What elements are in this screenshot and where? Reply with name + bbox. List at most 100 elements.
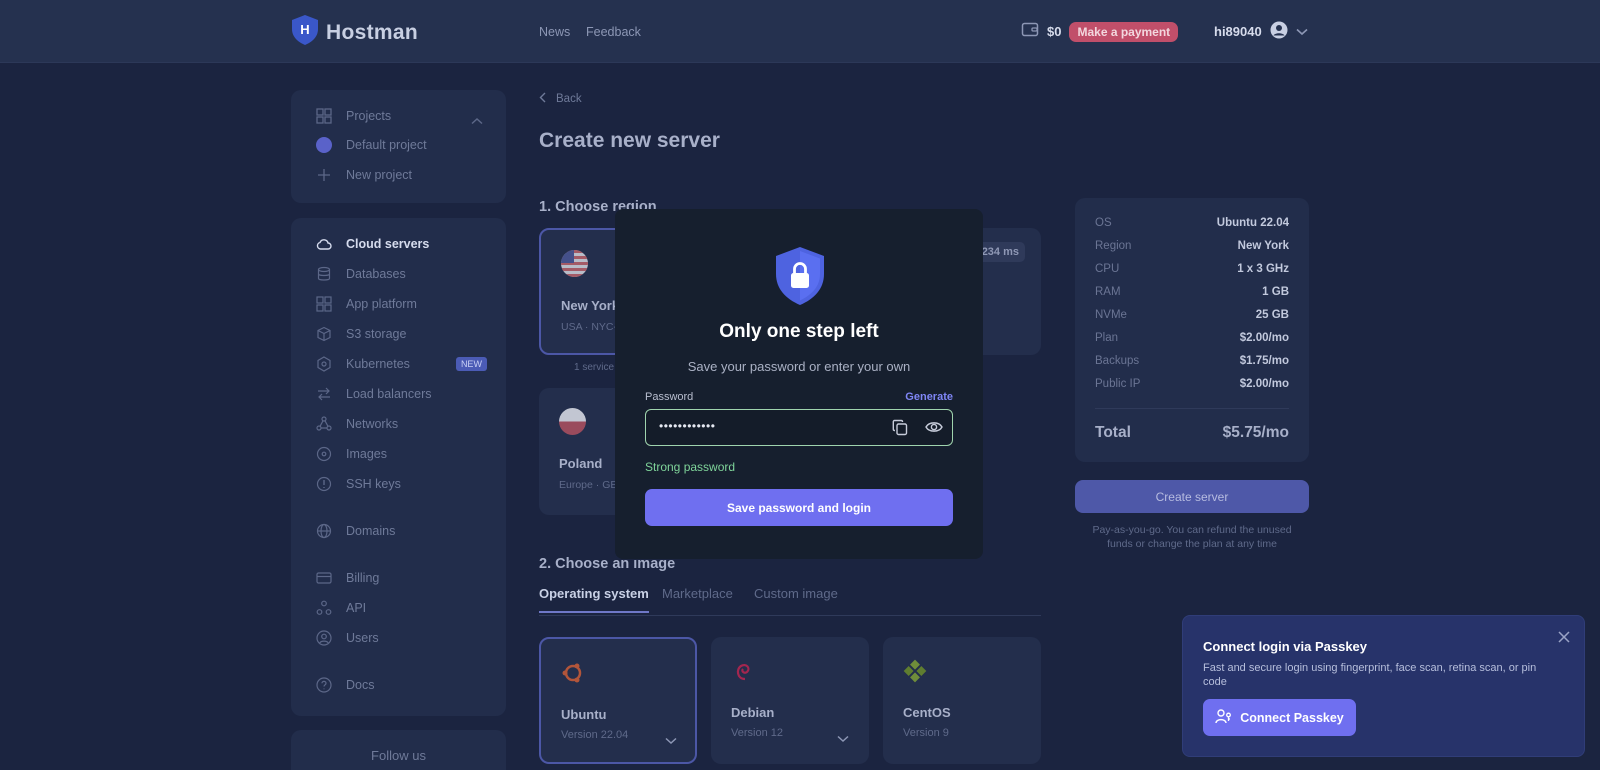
password-label: Password xyxy=(645,391,694,403)
key-icon xyxy=(316,476,332,492)
sidebar-item-images[interactable]: Images xyxy=(316,446,387,462)
user-menu[interactable]: hi89040 xyxy=(1214,21,1308,42)
save-password-login-button[interactable]: Save password and login xyxy=(645,489,953,526)
top-bar: H Hostman News Feedback $0 Make a paymen… xyxy=(0,0,1600,63)
sidebar-label: Cloud servers xyxy=(346,237,430,251)
chevron-down-icon xyxy=(1296,24,1308,39)
grid-icon xyxy=(316,296,332,312)
user-key-icon xyxy=(1215,708,1232,727)
os-version: Version 12 xyxy=(731,727,783,739)
make-payment-button[interactable]: Make a payment xyxy=(1069,21,1179,42)
poland-flag-icon xyxy=(559,408,586,440)
brand-logo[interactable]: H Hostman xyxy=(290,14,418,51)
sidebar-item-docs[interactable]: Docs xyxy=(316,677,374,693)
os-name: Ubuntu xyxy=(561,707,607,722)
sidebar-item-networks[interactable]: Networks xyxy=(316,416,398,432)
password-value: •••••••••••• xyxy=(659,419,716,433)
close-icon[interactable] xyxy=(1558,630,1570,648)
generate-link[interactable]: Generate xyxy=(905,391,953,403)
sidebar-item-cloud-servers[interactable]: Cloud servers xyxy=(316,236,429,252)
wallet-icon xyxy=(1021,21,1039,42)
tab-marketplace[interactable]: Marketplace xyxy=(662,586,733,601)
ping-badge: 234 ms xyxy=(975,242,1025,262)
chevron-down-icon[interactable] xyxy=(665,732,677,750)
debian-icon xyxy=(731,659,755,688)
chevron-up-icon[interactable] xyxy=(471,112,483,130)
sidebar-label: Load balancers xyxy=(346,387,432,401)
sidebar-label: Images xyxy=(346,447,387,461)
summary-row-os: OS Ubuntu 22.04 xyxy=(1095,217,1289,229)
network-icon xyxy=(316,416,332,432)
create-server-button[interactable]: Create server xyxy=(1075,480,1309,513)
us-flag-icon xyxy=(561,250,588,282)
summary-divider xyxy=(1095,408,1289,409)
sidebar-label: App platform xyxy=(346,297,417,311)
os-name: Debian xyxy=(731,705,775,720)
summary-row-plan: Plan $2.00/mo xyxy=(1095,332,1289,344)
svg-text:H: H xyxy=(300,22,309,37)
password-input[interactable]: •••••••••••• xyxy=(645,409,953,446)
sidebar-item-users[interactable]: Users xyxy=(316,630,379,646)
tab-custom-image[interactable]: Custom image xyxy=(754,586,838,601)
payg-note-line: funds or change the plan at any time xyxy=(1107,537,1277,550)
summary-row-ram: RAM 1 GB xyxy=(1095,286,1289,298)
sidebar-item-api[interactable]: API xyxy=(316,600,366,616)
api-icon xyxy=(316,600,332,616)
projects-label: Projects xyxy=(346,109,392,123)
sidebar-item-billing[interactable]: Billing xyxy=(316,570,379,586)
os-card-ubuntu[interactable]: Ubuntu Version 22.04 xyxy=(539,637,697,764)
globe-icon xyxy=(316,523,332,539)
chevron-down-icon[interactable] xyxy=(837,730,849,748)
sidebar-item-s3-storage[interactable]: S3 storage xyxy=(316,326,406,342)
passkey-toast: Connect login via Passkey Fast and secur… xyxy=(1182,615,1585,757)
card-icon xyxy=(316,570,332,586)
user-icon xyxy=(316,630,332,646)
sidebar-label: Databases xyxy=(346,267,406,281)
centos-icon xyxy=(903,659,927,688)
os-card-centos[interactable]: CentOS Version 9 xyxy=(883,637,1041,764)
cube-icon xyxy=(316,326,332,342)
sidebar-item-load-balancers[interactable]: Load balancers xyxy=(316,386,431,402)
summary-row-public-ip: Public IP $2.00/mo xyxy=(1095,378,1289,390)
cloud-icon xyxy=(316,236,332,252)
copy-icon[interactable] xyxy=(892,419,908,441)
os-version: Version 22.04 xyxy=(561,729,629,741)
help-icon xyxy=(316,677,332,693)
sidebar-item-ssh-keys[interactable]: SSH keys xyxy=(316,476,401,492)
modal-title: Only one step left xyxy=(719,321,879,342)
region-sub: Europe · GE xyxy=(559,479,618,491)
tab-operating-system[interactable]: Operating system xyxy=(539,586,649,613)
nav-feedback-link[interactable]: Feedback xyxy=(586,25,641,39)
follow-us-label: Follow us xyxy=(371,748,426,763)
passkey-title: Connect login via Passkey xyxy=(1203,639,1368,654)
sidebar-label: API xyxy=(346,601,367,615)
os-card-debian[interactable]: Debian Version 12 xyxy=(711,637,869,764)
region-name: Poland xyxy=(559,456,603,471)
payg-note: Pay-as-you-go. You can refund the unused… xyxy=(1075,524,1309,551)
modal-subtitle: Save your password or enter your own xyxy=(687,359,911,374)
new-project-label: New project xyxy=(346,168,412,182)
sidebar-item-databases[interactable]: Databases xyxy=(316,266,406,282)
projects-header[interactable]: Projects xyxy=(316,108,391,124)
new-badge: NEW xyxy=(455,357,487,371)
eye-icon[interactable] xyxy=(925,420,943,439)
sidebar-label: Billing xyxy=(346,571,380,585)
username: hi89040 xyxy=(1214,24,1262,39)
connect-passkey-button[interactable]: Connect Passkey xyxy=(1203,699,1356,736)
plus-icon xyxy=(316,167,332,183)
kubernetes-icon xyxy=(316,356,332,372)
back-link[interactable]: Back xyxy=(539,92,582,106)
project-item-default[interactable]: Default project xyxy=(316,137,427,153)
ubuntu-icon xyxy=(561,661,585,690)
os-name: CentOS xyxy=(903,705,951,720)
nav-news-link[interactable]: News xyxy=(539,25,570,39)
sidebar-item-kubernetes[interactable]: Kubernetes NEW xyxy=(316,356,487,372)
wallet: $0 Make a payment xyxy=(1021,21,1179,42)
sidebar-label: S3 storage xyxy=(346,327,407,341)
sidebar-item-app-platform[interactable]: App platform xyxy=(316,296,417,312)
sidebar-item-domains[interactable]: Domains xyxy=(316,523,395,539)
new-project-button[interactable]: New project xyxy=(316,167,412,183)
disc-icon xyxy=(316,446,332,462)
region-name: New York xyxy=(561,298,620,313)
sidebar-label: Kubernetes xyxy=(346,357,410,371)
